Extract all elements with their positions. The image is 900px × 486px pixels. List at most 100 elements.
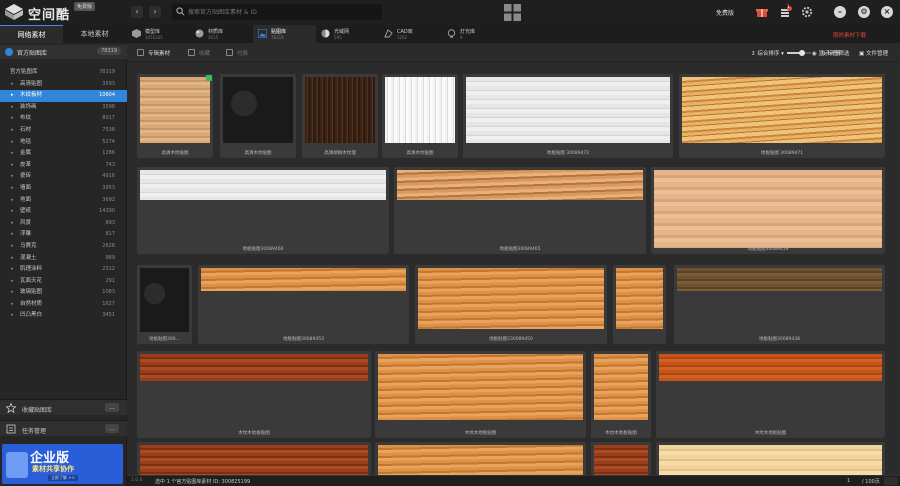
category-item[interactable]: ▸ 壁纸 14390	[0, 206, 127, 218]
favorites-section[interactable]: 收藏贴图库 …	[0, 399, 127, 415]
expand-arrow-icon[interactable]: ▸	[11, 125, 14, 137]
category-item[interactable]: ▸ 石材 7538	[0, 125, 127, 137]
texture-thumbnail[interactable]	[140, 268, 189, 332]
category-item[interactable]: ▸ 木纹板材 10604	[0, 90, 127, 102]
next-page-button[interactable]	[884, 477, 898, 485]
tasks-section[interactable]: 任务管理 …	[0, 420, 127, 436]
apps-grid-icon[interactable]	[504, 4, 521, 21]
search-input[interactable]	[188, 5, 378, 19]
texture-thumbnail[interactable]	[594, 354, 648, 420]
texture-card[interactable]: 地板贴图30089453	[198, 265, 409, 344]
texture-card[interactable]	[656, 442, 885, 475]
texture-card[interactable]	[137, 442, 371, 475]
favorite-checkbox[interactable]	[188, 49, 195, 56]
minimize-button[interactable]: –	[834, 6, 846, 18]
texture-thumbnail[interactable]	[397, 170, 643, 200]
banner-tag[interactable]: 立即了解 >>	[48, 475, 78, 481]
expand-arrow-icon[interactable]: ▸	[11, 160, 14, 172]
vip-label[interactable]: 免费版	[716, 8, 734, 17]
category-item[interactable]: ▸ 瓷砖 4916	[0, 171, 127, 183]
expand-arrow-icon[interactable]: ▸	[11, 137, 14, 149]
texture-thumbnail[interactable]	[140, 354, 368, 381]
texture-card[interactable]: 高清胡桃木纹理	[302, 74, 378, 158]
expand-arrow-icon[interactable]: ▸	[11, 206, 14, 218]
tab-cube-library[interactable]: 模型库 1055325	[127, 25, 190, 43]
paid-checkbox[interactable]	[226, 49, 233, 56]
texture-thumbnail[interactable]	[378, 445, 583, 475]
texture-card[interactable]: 木纹木地板贴图	[591, 351, 651, 438]
category-item[interactable]: ▸ 装饰画 3598	[0, 102, 127, 114]
settings-gear-icon[interactable]	[801, 6, 813, 18]
texture-thumbnail[interactable]	[305, 77, 375, 143]
category-item[interactable]: ▸ 布纹 8017	[0, 113, 127, 125]
category-item[interactable]: ▸ 玻璃贴图 1083	[0, 287, 127, 299]
expand-arrow-icon[interactable]: ▸	[11, 276, 14, 288]
expand-arrow-icon[interactable]: ▸	[11, 113, 14, 125]
settings-button[interactable]: ⚙	[858, 6, 870, 18]
show-detail-toggle[interactable]: ◉ 显示详情	[812, 49, 841, 57]
library-header[interactable]: 官方贴图库 78319	[0, 45, 127, 59]
expand-arrow-icon[interactable]: ▸	[11, 79, 14, 91]
texture-thumbnail[interactable]	[223, 77, 293, 143]
texture-card[interactable]: 地板贴图 30089471	[679, 74, 885, 158]
category-item[interactable]: ▸ 风景 893	[0, 218, 127, 230]
texture-card[interactable]: 木纹木地板贴图	[656, 351, 885, 438]
album-checkbox[interactable]	[137, 49, 144, 56]
tab-local[interactable]: 本地素材	[63, 25, 126, 43]
texture-card[interactable]: 地板贴图30089438	[674, 265, 885, 344]
texture-card[interactable]: 地板贴图230089450	[415, 265, 607, 344]
texture-thumbnail[interactable]	[654, 170, 882, 248]
category-item[interactable]: ▸ 自然材质 1627	[0, 299, 127, 311]
texture-card[interactable]: 地板贴图300...	[137, 265, 192, 344]
notification-icon[interactable]	[780, 6, 792, 18]
back-button[interactable]: ‹	[131, 6, 143, 18]
texture-thumbnail[interactable]	[385, 77, 455, 143]
texture-card[interactable]: 地板贴图30089466	[137, 167, 389, 254]
texture-thumbnail[interactable]	[616, 268, 663, 329]
expand-arrow-icon[interactable]: ▸	[11, 218, 14, 230]
category-item[interactable]: ▸ 马赛克 2628	[0, 241, 127, 253]
texture-card[interactable]: 地板贴图30089459	[651, 167, 885, 254]
texture-thumbnail[interactable]	[418, 268, 604, 329]
texture-thumbnail[interactable]	[201, 268, 406, 291]
tab-sphere-library[interactable]: 材质库 2615	[190, 25, 253, 43]
expand-arrow-icon[interactable]: ▸	[11, 310, 14, 322]
expand-arrow-icon[interactable]: ▸	[11, 195, 14, 207]
close-button[interactable]: ×	[881, 6, 893, 18]
texture-card[interactable]	[375, 442, 586, 475]
texture-card[interactable]: 高清木纹贴图	[382, 74, 458, 158]
texture-thumbnail[interactable]	[659, 445, 882, 475]
category-item[interactable]: ▸ 金属 1286	[0, 148, 127, 160]
category-item[interactable]: ▸ 地面 3692	[0, 195, 127, 207]
expand-arrow-icon[interactable]: ▸	[11, 90, 14, 102]
tab-light-library[interactable]: 光域网 595	[316, 25, 379, 43]
category-item[interactable]: ▸ 浮雕 817	[0, 229, 127, 241]
expand-arrow-icon[interactable]: ▸	[11, 148, 14, 160]
favorites-expand-button[interactable]: …	[105, 403, 119, 412]
gift-icon[interactable]	[756, 6, 768, 18]
texture-card[interactable]: 高清木纹贴图	[220, 74, 296, 158]
texture-thumbnail[interactable]	[659, 354, 882, 381]
texture-thumbnail[interactable]	[682, 77, 882, 143]
slider-knob[interactable]	[799, 50, 805, 56]
texture-card[interactable]	[613, 265, 666, 344]
texture-card[interactable]	[591, 442, 651, 475]
expand-arrow-icon[interactable]: ▸	[11, 264, 14, 276]
expand-arrow-icon[interactable]: ▸	[11, 299, 14, 311]
texture-thumbnail[interactable]	[140, 170, 386, 200]
category-item[interactable]: ▸ 高清贴图 3593	[0, 79, 127, 91]
search-box[interactable]	[172, 4, 382, 20]
category-item[interactable]: ▸ 瓦面天花 291	[0, 276, 127, 288]
tasks-expand-button[interactable]: …	[105, 424, 119, 433]
forward-button[interactable]: ›	[149, 6, 161, 18]
expand-arrow-icon[interactable]: ▸	[11, 287, 14, 299]
promo-link[interactable]: 限时素材下载	[833, 31, 866, 39]
category-item[interactable]: ▸ 墙面 3953	[0, 183, 127, 195]
expand-arrow-icon[interactable]: ▸	[11, 253, 14, 265]
tab-network[interactable]: 网络素材	[0, 25, 63, 43]
texture-thumbnail[interactable]	[594, 445, 648, 475]
category-item[interactable]: ▸ 混凝土 989	[0, 253, 127, 265]
texture-card[interactable]: 木纹木地板贴图	[375, 351, 586, 438]
category-item[interactable]: ▸ 地毯 5274	[0, 137, 127, 149]
tab-cad-library[interactable]: CAD库 1262	[379, 25, 442, 43]
